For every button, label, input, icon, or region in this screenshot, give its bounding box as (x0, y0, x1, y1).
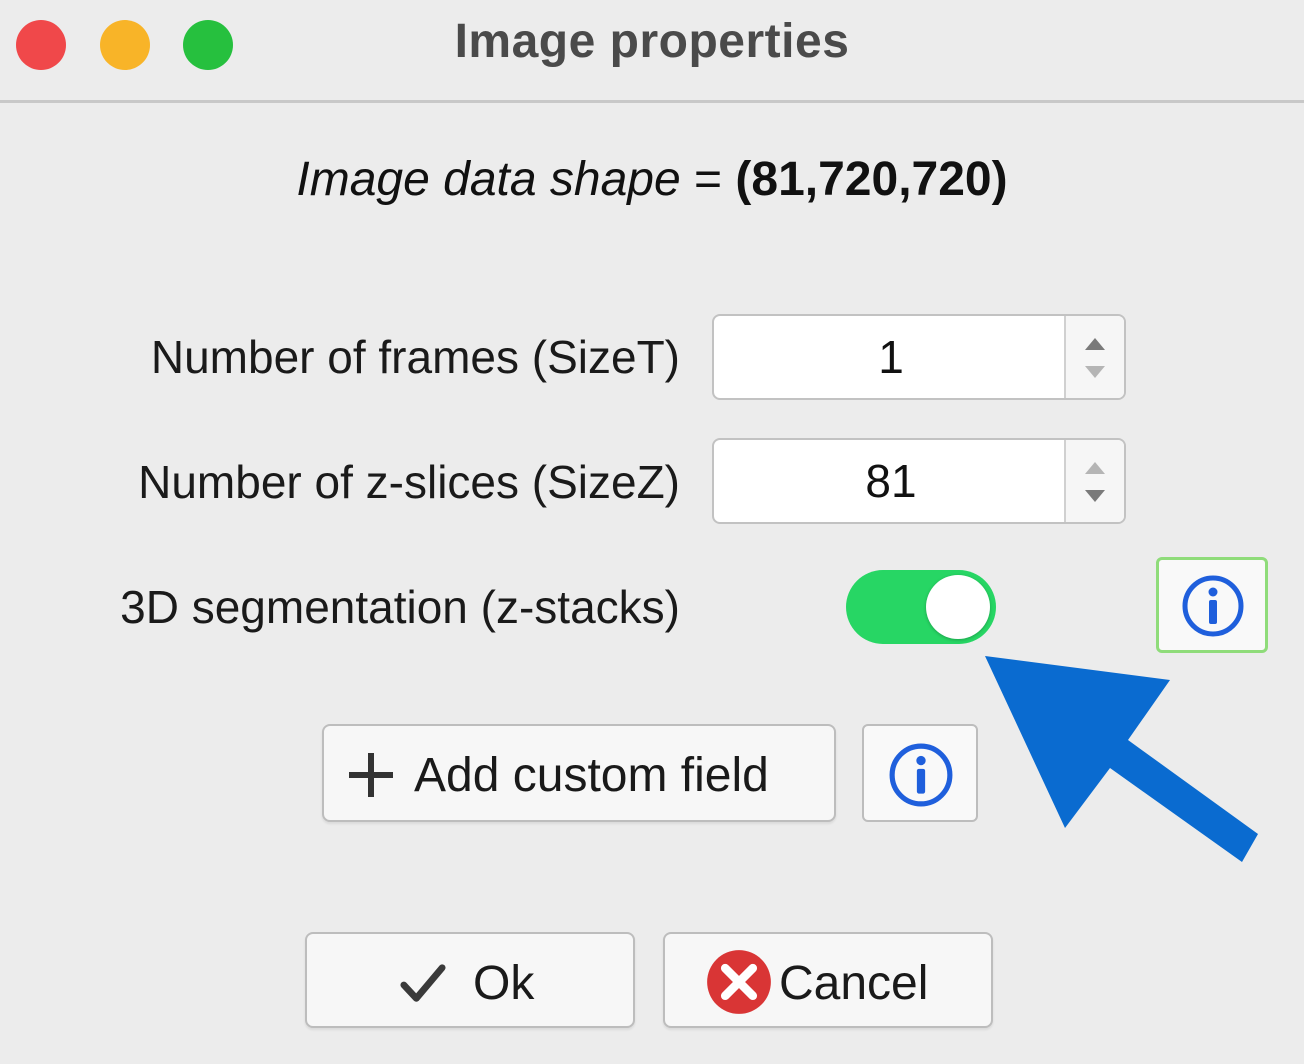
zslices-label: Number of z-slices (SizeZ) (138, 456, 680, 508)
toggle-knob (926, 575, 990, 639)
arrow-up-icon[interactable] (1080, 452, 1110, 482)
zslices-spinbox[interactable]: 81 (712, 438, 1126, 524)
segmentation-3d-info-button[interactable] (1156, 557, 1268, 653)
add-custom-field-label: Add custom field (414, 749, 769, 802)
image-properties-dialog: Image properties Image data shape = (81,… (0, 0, 1304, 1064)
plus-icon (349, 753, 393, 797)
cancel-button[interactable]: Cancel (663, 932, 993, 1028)
info-icon (889, 743, 953, 807)
shape-label: Image data shape (296, 153, 681, 206)
arrow-down-icon[interactable] (1080, 358, 1110, 388)
ok-label: Ok (473, 957, 535, 1010)
frames-spinbox[interactable]: 1 (712, 314, 1126, 400)
zslices-stepper[interactable] (1064, 440, 1124, 522)
segmentation-3d-toggle[interactable] (846, 570, 996, 644)
frames-value[interactable]: 1 (714, 316, 1068, 398)
add-custom-field-button[interactable]: Add custom field (322, 724, 836, 822)
arrow-down-icon[interactable] (1080, 482, 1110, 512)
arrow-up-icon[interactable] (1080, 328, 1110, 358)
title-bar: Image properties (0, 0, 1304, 103)
cancel-x-icon (707, 950, 771, 1014)
cancel-label: Cancel (779, 957, 929, 1010)
frames-label: Number of frames (SizeT) (150, 331, 680, 383)
segmentation-3d-label: 3D segmentation (z-stacks) (120, 581, 680, 633)
image-data-shape-heading: Image data shape = (81,720,720) (0, 152, 1304, 207)
shape-value: (81,720,720) (735, 153, 1008, 206)
frames-stepper[interactable] (1064, 316, 1124, 398)
zslices-value[interactable]: 81 (714, 440, 1068, 522)
window-title: Image properties (454, 15, 850, 68)
annotation-arrow-icon (985, 656, 1258, 862)
ok-button[interactable]: Ok (305, 932, 635, 1028)
shape-equals: = (680, 153, 736, 206)
info-icon (1182, 575, 1244, 637)
checkmark-icon (400, 964, 446, 1002)
